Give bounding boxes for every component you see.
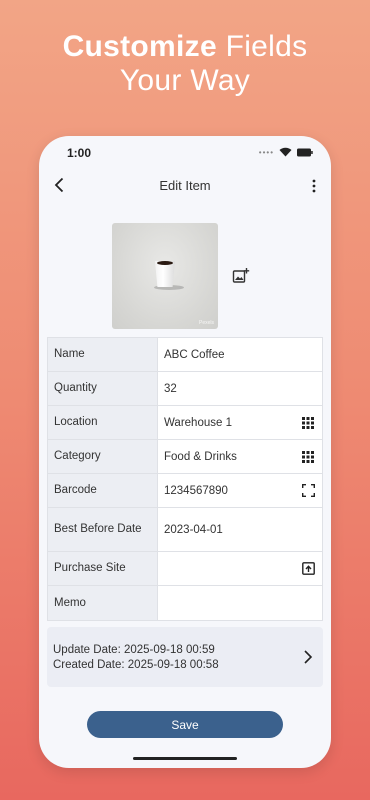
- open-link-icon[interactable]: [300, 561, 316, 577]
- item-photo[interactable]: Pexels: [112, 223, 218, 329]
- headline: Customize Fields Your Way: [0, 30, 370, 98]
- field-label: Category: [48, 440, 158, 473]
- photo-watermark: Pexels: [198, 320, 214, 326]
- field-row-name[interactable]: Name ABC Coffee: [48, 338, 322, 372]
- field-row-location[interactable]: Location Warehouse 1: [48, 406, 322, 440]
- field-value-location[interactable]: Warehouse 1: [164, 417, 232, 429]
- item-form: Name ABC Coffee Quantity 32 Location War…: [47, 337, 323, 621]
- field-label: Name: [48, 338, 158, 371]
- field-row-quantity[interactable]: Quantity 32: [48, 372, 322, 406]
- field-row-purchase-site[interactable]: Purchase Site: [48, 552, 322, 586]
- field-label: Quantity: [48, 372, 158, 405]
- field-row-best-before[interactable]: Best Before Date 2023-04-01: [48, 508, 322, 552]
- date-info-panel[interactable]: Update Date: 2025-09-18 00:59 Created Da…: [47, 627, 323, 687]
- update-date: Update Date: 2025-09-18 00:59: [53, 644, 215, 656]
- wifi-icon: [279, 147, 292, 157]
- field-label: Purchase Site: [48, 552, 158, 585]
- status-icons: ••••: [259, 147, 313, 157]
- coffee-surface: [157, 261, 173, 265]
- save-button[interactable]: Save: [87, 711, 283, 738]
- field-value-quantity[interactable]: 32: [164, 383, 177, 395]
- field-value-category[interactable]: Food & Drinks: [164, 451, 237, 463]
- grid-icon[interactable]: [300, 415, 316, 431]
- field-value-barcode[interactable]: 1234567890: [164, 485, 228, 497]
- page-title: Edit Item: [159, 178, 211, 193]
- status-time: 1:00: [67, 146, 92, 160]
- field-row-barcode[interactable]: Barcode 1234567890: [48, 474, 322, 508]
- field-label: Location: [48, 406, 158, 439]
- add-photo-icon[interactable]: [232, 267, 250, 285]
- field-label: Memo: [48, 586, 158, 620]
- scan-icon[interactable]: [300, 483, 316, 499]
- field-row-category[interactable]: Category Food & Drinks: [48, 440, 322, 474]
- grid-icon[interactable]: [300, 449, 316, 465]
- headline-line2: Your Way: [119, 64, 251, 97]
- phone-screen: 1:00 •••• Edit Item Pexels Name ABC Coff…: [39, 136, 331, 768]
- headline-rest: Fields: [216, 30, 308, 63]
- field-row-memo[interactable]: Memo: [48, 586, 322, 620]
- field-label: Barcode: [48, 474, 158, 507]
- chevron-right-icon[interactable]: [301, 649, 315, 665]
- app-bar: Edit Item: [39, 174, 331, 198]
- field-value-name[interactable]: ABC Coffee: [164, 349, 225, 361]
- status-bar: 1:00 ••••: [39, 136, 331, 168]
- home-indicator: [133, 757, 237, 760]
- field-label: Best Before Date: [48, 508, 158, 551]
- field-value-best-before[interactable]: 2023-04-01: [164, 524, 223, 536]
- headline-bold: Customize: [62, 30, 217, 63]
- battery-icon: [297, 148, 313, 156]
- created-date: Created Date: 2025-09-18 00:58: [53, 659, 219, 671]
- dots-icon: ••••: [258, 147, 274, 157]
- more-options-icon[interactable]: [307, 176, 321, 196]
